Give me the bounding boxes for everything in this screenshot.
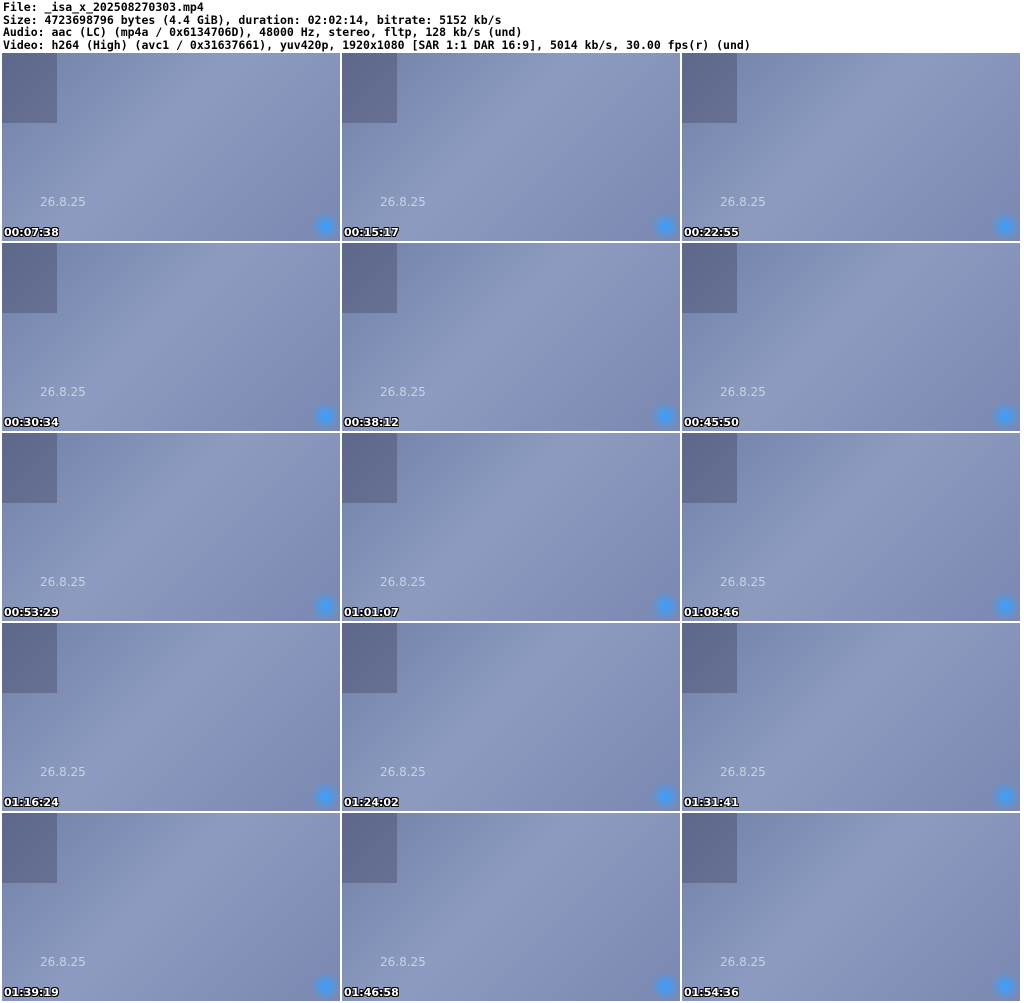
thumbnail-grid: 26.8.25 00:07:38 26.8.25 00:15:17 26.8.25 00:… bbox=[2, 53, 1020, 1001]
watermark-date: 26.8.25 bbox=[380, 765, 426, 779]
thumbnail-timestamp: 00:53:29 bbox=[4, 606, 59, 619]
video-thumbnail: 26.8.25 00:07:38 bbox=[2, 53, 340, 241]
video-thumbnail: 26.8.25 00:30:34 bbox=[2, 243, 340, 431]
watermark-date: 26.8.25 bbox=[40, 575, 86, 589]
watermark-date: 26.8.25 bbox=[720, 765, 766, 779]
video-thumbnail: 26.8.25 00:53:29 bbox=[2, 433, 340, 621]
file-name: File: _isa_x_202508270303.mp4 bbox=[3, 0, 204, 14]
video-thumbnail: 26.8.25 01:08:46 bbox=[682, 433, 1020, 621]
thumbnail-timestamp: 00:30:34 bbox=[4, 416, 59, 429]
thumbnail-timestamp: 00:15:17 bbox=[344, 226, 399, 239]
watermark-date: 26.8.25 bbox=[380, 955, 426, 969]
watermark-date: 26.8.25 bbox=[380, 195, 426, 209]
video-thumbnail: 26.8.25 01:24:02 bbox=[342, 623, 680, 811]
watermark-date: 26.8.25 bbox=[40, 765, 86, 779]
video-thumbnail: 26.8.25 01:39:19 bbox=[2, 813, 340, 1001]
thumbnail-timestamp: 01:39:19 bbox=[4, 986, 59, 999]
video-thumbnail: 26.8.25 01:46:58 bbox=[342, 813, 680, 1001]
watermark-date: 26.8.25 bbox=[720, 575, 766, 589]
thumbnail-timestamp: 00:07:38 bbox=[4, 226, 59, 239]
thumbnail-timestamp: 01:01:07 bbox=[344, 606, 399, 619]
thumbnail-timestamp: 01:54:36 bbox=[684, 986, 739, 999]
watermark-date: 26.8.25 bbox=[40, 385, 86, 399]
thumbnail-timestamp: 01:46:58 bbox=[344, 986, 399, 999]
thumbnail-timestamp: 00:38:12 bbox=[344, 416, 399, 429]
thumbnail-timestamp: 00:45:50 bbox=[684, 416, 739, 429]
watermark-date: 26.8.25 bbox=[40, 955, 86, 969]
watermark-date: 26.8.25 bbox=[40, 195, 86, 209]
thumbnail-timestamp: 01:31:41 bbox=[684, 796, 739, 809]
video-thumbnail: 26.8.25 00:45:50 bbox=[682, 243, 1020, 431]
thumbnail-timestamp: 01:24:02 bbox=[344, 796, 399, 809]
thumbnail-timestamp: 00:22:55 bbox=[684, 226, 739, 239]
video-info: Video: h264 (High) (avc1 / 0x31637661), … bbox=[3, 37, 751, 52]
thumbnail-timestamp: 01:08:46 bbox=[684, 606, 739, 619]
thumbnail-timestamp: 01:16:24 bbox=[4, 796, 59, 809]
video-thumbnail: 26.8.25 01:31:41 bbox=[682, 623, 1020, 811]
watermark-date: 26.8.25 bbox=[720, 195, 766, 209]
watermark-date: 26.8.25 bbox=[720, 955, 766, 969]
watermark-date: 26.8.25 bbox=[720, 385, 766, 399]
watermark-date: 26.8.25 bbox=[380, 385, 426, 399]
video-thumbnail: 26.8.25 01:16:24 bbox=[2, 623, 340, 811]
video-thumbnail: 26.8.25 01:01:07 bbox=[342, 433, 680, 621]
video-thumbnail: 26.8.25 00:15:17 bbox=[342, 53, 680, 241]
video-thumbnail: 26.8.25 00:22:55 bbox=[682, 53, 1020, 241]
watermark-date: 26.8.25 bbox=[380, 575, 426, 589]
video-thumbnail: 26.8.25 01:54:36 bbox=[682, 813, 1020, 1001]
file-info-header: File: _isa_x_202508270303.mp4 Size: 4723… bbox=[3, 1, 751, 51]
video-thumbnail: 26.8.25 00:38:12 bbox=[342, 243, 680, 431]
audio-info: Audio: aac (LC) (mp4a / 0x6134706D), 480… bbox=[3, 25, 523, 39]
